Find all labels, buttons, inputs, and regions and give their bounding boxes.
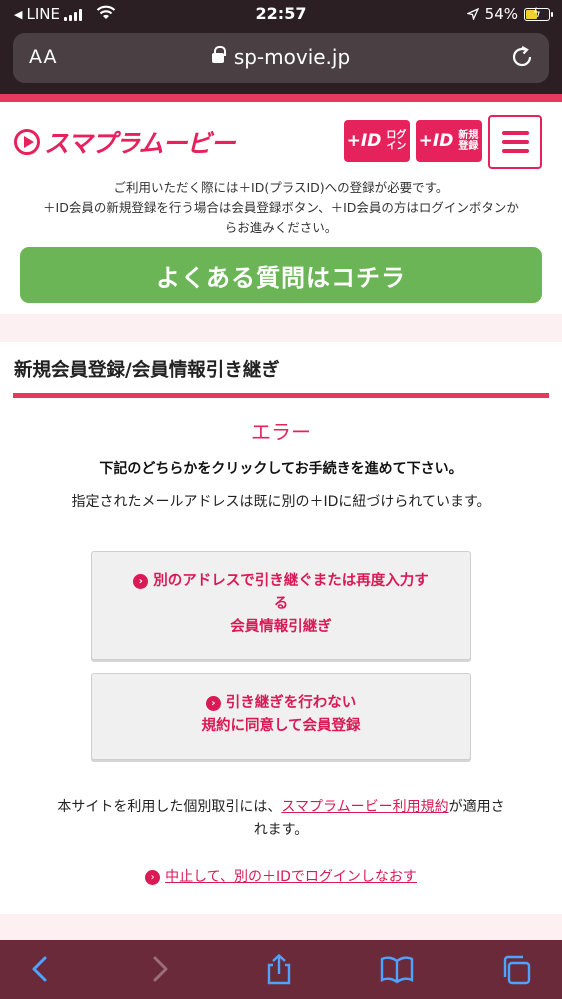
terms-text: が適用さ	[448, 799, 505, 815]
battery-icon: ϟ	[524, 6, 553, 21]
screen: ◀ LINE 22:57 54% ϟ AA sp-movie.jp スマプラムー…	[0, 0, 562, 999]
plusid-mark: +ID	[346, 131, 382, 151]
registration-notice: ご利用いただく際には＋ID(プラスID)への登録が必要です。 ＋ID会員の新規登…	[16, 178, 546, 238]
cancel-relogin-link[interactable]: › 中止して、別の＋IDでログインしなおす	[0, 866, 562, 886]
battery-percent: 54%	[484, 5, 518, 23]
notice-line: ご利用いただく際には＋ID(プラスID)への登録が必要です。	[113, 180, 449, 195]
forward-icon[interactable]	[148, 954, 172, 984]
chevron-right-icon: ›	[133, 574, 149, 589]
plusid-mark: +ID	[418, 131, 454, 151]
notice-line: ＋ID会員の新規登録を行う場合は会員登録ボタン、＋ID会員の方はログインボタンか	[43, 200, 519, 215]
site-logo[interactable]: スマプラムービー	[14, 124, 236, 160]
register-label: 新規登録	[458, 130, 479, 152]
menu-button[interactable]	[488, 115, 542, 169]
terms-link[interactable]: スマプラムービー利用規約	[281, 799, 448, 815]
browser-toolbar	[0, 940, 562, 999]
error-heading: エラー	[251, 420, 311, 444]
register-label-1: 引き継ぎを行わない	[225, 695, 357, 711]
terms-text: れます。	[253, 822, 309, 838]
page-title: 新規会員登録/会員情報引き継ぎ	[14, 360, 280, 381]
faq-button[interactable]: よくある質問はコチラ	[20, 247, 542, 303]
hamburger-icon	[502, 131, 529, 135]
chevron-right-icon: ›	[205, 696, 221, 711]
tabs-icon[interactable]	[500, 954, 532, 986]
register-button[interactable]: +ID 新規登録	[416, 120, 482, 162]
terms-notice: 本サイトを利用した個別取引には、スマプラムービー利用規約が適用さ れます。	[16, 796, 546, 842]
bookmarks-icon[interactable]	[380, 954, 414, 984]
share-icon[interactable]	[264, 954, 294, 986]
new-register-button[interactable]: › 引き継ぎを行わない 規約に同意して会員登録	[91, 673, 471, 760]
site-header: スマプラムービー +ID ログイン +ID 新規登録	[0, 102, 562, 172]
status-right: 54% ϟ	[466, 5, 553, 23]
chevron-right-icon: ›	[145, 870, 161, 885]
address-bar[interactable]: AA sp-movie.jp	[13, 33, 549, 83]
instruction-text: 下記のどちらかをクリックしてお手続きを進めて下さい。	[99, 461, 463, 477]
location-arrow-icon	[466, 8, 479, 20]
logo-text: スマプラムービー	[44, 129, 236, 158]
terms-text: 本サイトを利用した個別取引には、	[57, 799, 282, 815]
transfer-label-3: 会員情報引継ぎ	[230, 619, 332, 635]
header-accent-bar	[0, 94, 562, 102]
section-divider	[0, 314, 562, 342]
back-icon[interactable]	[28, 954, 52, 984]
error-message: 指定されたメールアドレスは既に別の＋IDに紐づけられています。	[71, 494, 491, 510]
notice-line: らお進みください。	[224, 220, 338, 235]
footer-band	[0, 914, 562, 940]
url-display[interactable]: sp-movie.jp	[13, 45, 549, 69]
transfer-account-button[interactable]: › 別のアドレスで引き継ぐまたは再度入力す る 会員情報引継ぎ	[91, 551, 471, 660]
browser-chrome: ◀ LINE 22:57 54% ϟ AA sp-movie.jp	[0, 0, 562, 96]
lock-icon	[211, 46, 226, 65]
status-bar: ◀ LINE 22:57 54% ϟ	[0, 0, 562, 30]
reload-icon[interactable]	[509, 44, 535, 70]
cancel-link-text: 中止して、別の＋IDでログインしなおす	[165, 869, 417, 885]
transfer-label-1: 別のアドレスで引き継ぐまたは再度入力す	[153, 573, 429, 589]
title-underline	[13, 393, 549, 398]
play-logo-icon	[14, 129, 40, 155]
login-label: ログイン	[386, 130, 407, 152]
login-button[interactable]: +ID ログイン	[344, 120, 410, 162]
register-label-2: 規約に同意して会員登録	[201, 718, 361, 734]
url-text: sp-movie.jp	[233, 45, 351, 69]
transfer-label-2: る	[273, 596, 289, 612]
